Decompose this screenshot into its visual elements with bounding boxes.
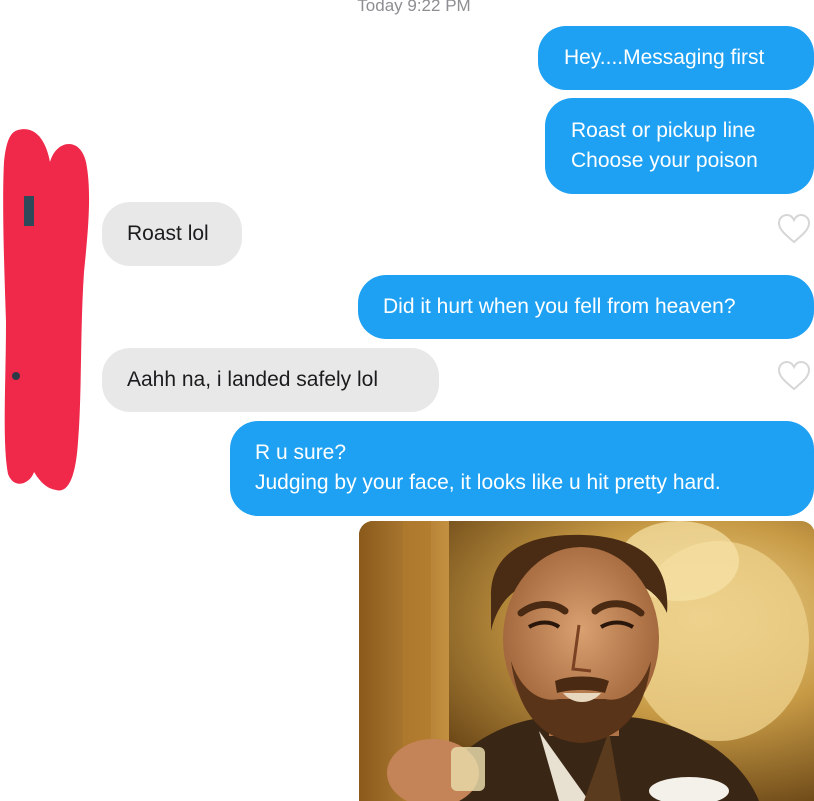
laughing-man-meme-image (359, 521, 814, 801)
heart-outline-icon[interactable] (776, 213, 812, 245)
message-bubble-received[interactable]: Aahh na, i landed safely lol (102, 348, 439, 412)
chat-thread: Today 9:22 PM Hey....Messaging first Roa… (0, 0, 814, 801)
redacted-avatar (3, 129, 90, 491)
message-bubble-sent[interactable]: R u sure? Judging by your face, it looks… (230, 421, 814, 516)
message-timestamp: Today 9:22 PM (357, 0, 471, 15)
message-bubble-sent[interactable]: Hey....Messaging first (538, 26, 814, 90)
message-bubble-received[interactable]: Roast lol (102, 202, 242, 266)
heart-outline-icon[interactable] (776, 360, 812, 392)
gif-attachment[interactable] (359, 521, 814, 801)
message-bubble-sent[interactable]: Did it hurt when you fell from heaven? (358, 275, 814, 339)
message-bubble-sent[interactable]: Roast or pickup line Choose your poison (545, 98, 814, 194)
